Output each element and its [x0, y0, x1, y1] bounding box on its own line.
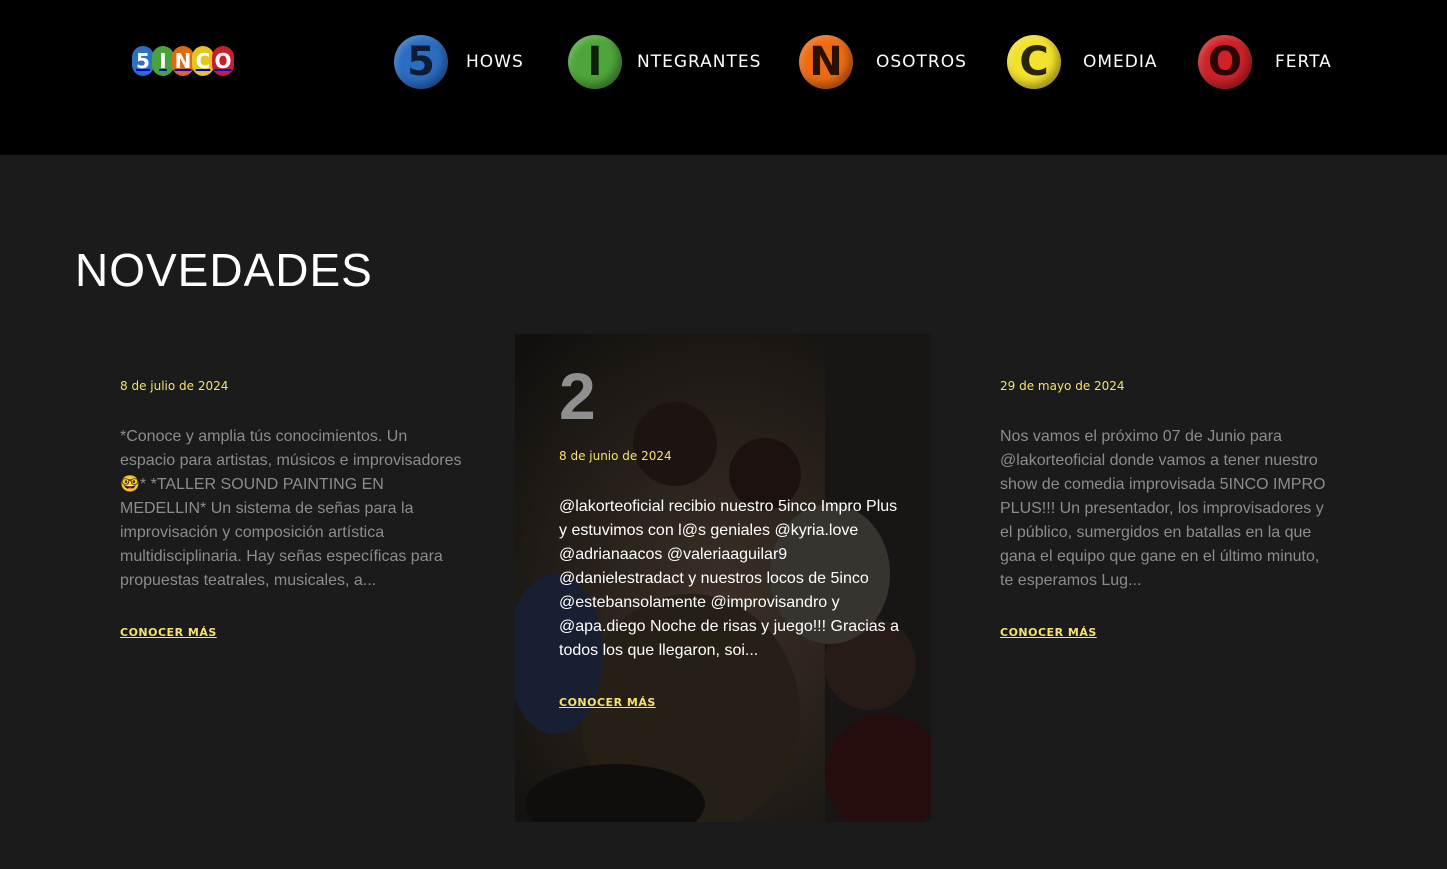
logo-letter: C: [192, 46, 214, 76]
nav-circle-icon: 5: [394, 35, 448, 89]
nav-label: OSOTROS: [876, 52, 967, 72]
nav-item-integrantes[interactable]: I NTEGRANTES: [568, 35, 761, 89]
nav-label: FERTA: [1275, 52, 1332, 72]
post-excerpt: Nos vamos el próximo 07 de Junio para @l…: [1000, 428, 1326, 589]
nav-item-nosotros[interactable]: N OSOTROS: [799, 35, 967, 89]
nav-label: NTEGRANTES: [637, 52, 762, 72]
post-excerpt: @lakorteoficial recibio nuestro 5inco Im…: [559, 498, 899, 659]
site-logo[interactable]: 5 I N C O: [132, 46, 234, 76]
nav-item-shows[interactable]: 5 HOWS: [394, 35, 524, 89]
nav-item-comedia[interactable]: C OMEDIA: [1007, 35, 1158, 89]
nav-item-oferta[interactable]: O FERTA: [1198, 35, 1332, 89]
news-card: 8 de junio de 2024 @lakorteoficial recib…: [559, 449, 904, 711]
post-date: 29 de mayo de 2024: [1000, 379, 1125, 393]
logo-letter: N: [172, 46, 194, 76]
nav-circle-icon: C: [1007, 35, 1061, 89]
nav-circle-icon: N: [799, 35, 853, 89]
read-more-link[interactable]: CONOCER MÁS: [559, 696, 656, 709]
post-number: 2: [559, 359, 596, 433]
read-more-link[interactable]: CONOCER MÁS: [120, 626, 217, 639]
top-navigation-bar: 5 I N C O 5 HOWS I NTEGRANTES N OSOTROS …: [0, 0, 1447, 155]
nav-label: OMEDIA: [1083, 52, 1158, 72]
post-excerpt: *Conoce y amplia tús conocimientos. Un e…: [120, 428, 462, 589]
section-title: NOVEDADES: [75, 244, 373, 296]
logo-letter: 5: [132, 46, 154, 76]
nav-circle-icon: O: [1198, 35, 1252, 89]
featured-news-card[interactable]: 2 8 de junio de 2024 @lakorteoficial rec…: [515, 334, 931, 822]
read-more-link[interactable]: CONOCER MÁS: [1000, 626, 1097, 639]
news-card: 29 de mayo de 2024 Nos vamos el próximo …: [1000, 379, 1330, 641]
news-card: 8 de julio de 2024 *Conoce y amplia tús …: [120, 379, 465, 641]
post-date: 8 de junio de 2024: [559, 449, 672, 463]
logo-letter: O: [212, 46, 234, 76]
nav-circle-icon: I: [568, 35, 622, 89]
nav-label: HOWS: [466, 52, 524, 72]
logo-letter: I: [152, 46, 174, 76]
post-date: 8 de julio de 2024: [120, 379, 229, 393]
